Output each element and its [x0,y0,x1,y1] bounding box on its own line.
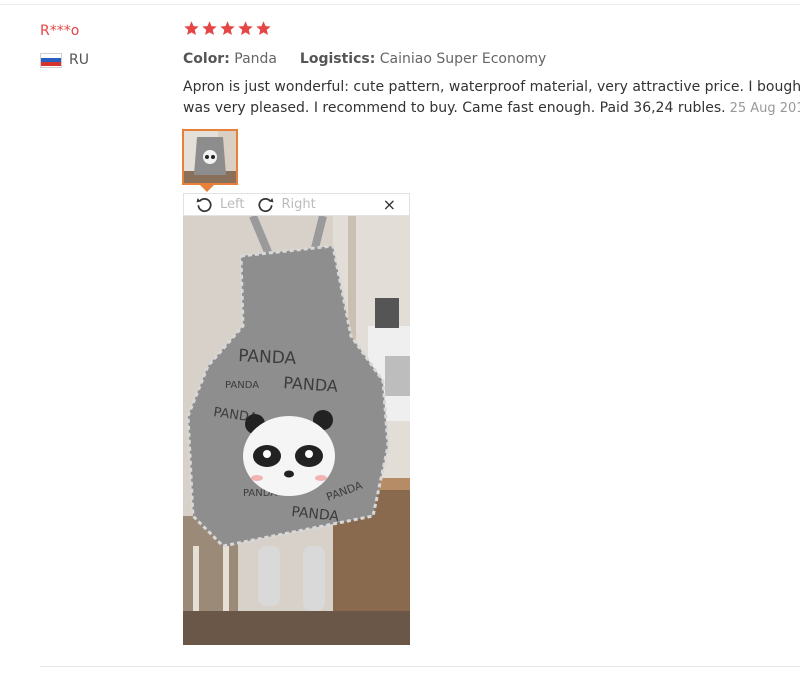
color-value: Panda [234,51,277,67]
svg-text:PANDA: PANDA [225,380,259,391]
review-meta: Color: Panda Logistics: Cainiao Super Ec… [183,51,546,67]
russia-flag-icon [40,52,62,68]
star-icon [183,20,200,37]
rotate-right-icon [258,198,274,212]
thumbnail-selected-pointer [200,185,214,192]
svg-text:PANDA: PANDA [238,346,297,369]
review-text-line-1: Apron is just wonderful: cute pattern, w… [183,79,800,95]
reviewer-name: R***o [40,23,80,39]
review-text-line-2-body: was very pleased. I recommend to buy. Ca… [183,100,726,116]
review-photo-thumbnail[interactable] [182,129,238,185]
reviewer-country: RU [40,52,89,68]
star-icon [201,20,218,37]
review-date: 25 Aug 2019 [729,101,800,116]
star-icon [219,20,236,37]
thumbnail-image [184,131,236,183]
svg-text:PANDA: PANDA [283,373,339,396]
star-rating [183,20,272,37]
review-text: Apron is just wonderful: cute pattern, w… [183,77,800,119]
country-code: RU [69,52,89,68]
review-photo-large[interactable]: PANDA PANDA PANDA PANDA PANDA PANDA PAND… [183,216,410,645]
apron-photo: PANDA PANDA PANDA PANDA PANDA PANDA PAND… [183,216,410,645]
star-icon [255,20,272,37]
rotate-left-icon [196,198,212,212]
logistics-label: Logistics: [299,51,376,67]
rotate-right-button[interactable]: Right [256,195,316,214]
close-viewer-button[interactable]: × [383,196,396,214]
logistics-value: Cainiao Super Economy [379,51,547,67]
bottom-divider [40,666,800,667]
top-divider [0,4,800,5]
photo-viewer-toolbar: Left Right × [183,193,410,216]
color-label: Color: [183,51,230,67]
review-text-line-2: was very pleased. I recommend to buy. Ca… [183,98,800,119]
rotate-left-button[interactable]: Left [195,195,244,214]
star-icon [237,20,254,37]
rotate-right-label: Right [281,197,316,212]
rotate-left-label: Left [220,197,245,212]
